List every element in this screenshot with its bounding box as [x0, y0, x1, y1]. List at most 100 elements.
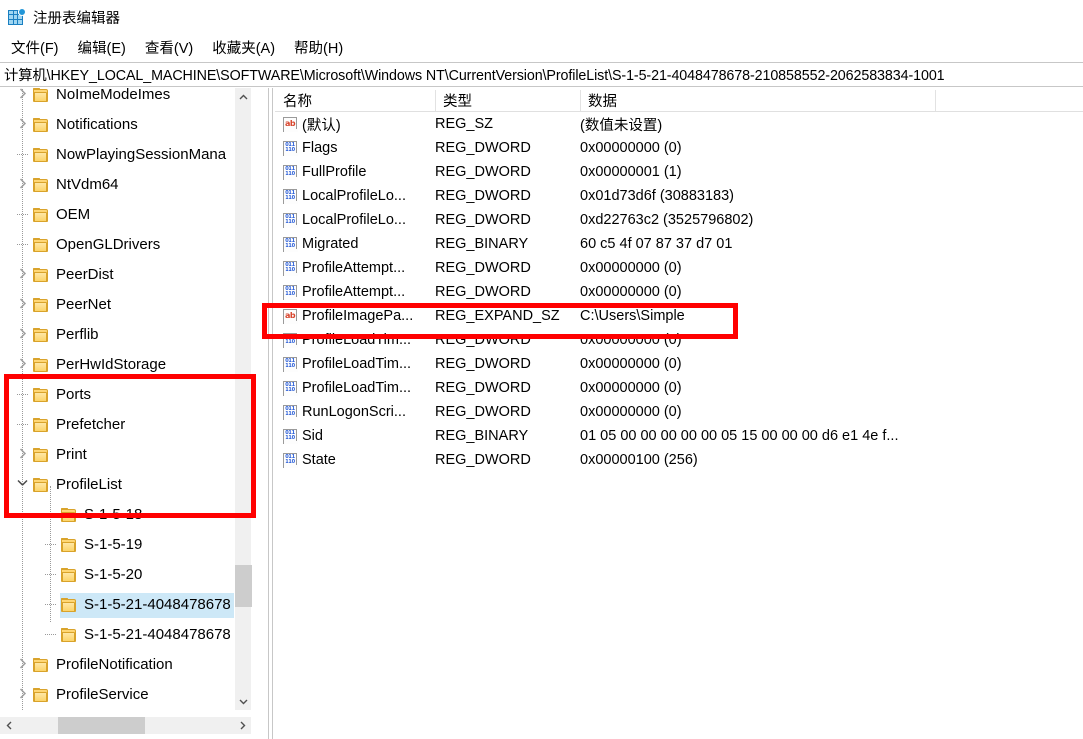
tree-item-content[interactable]: ProfileList: [32, 473, 126, 498]
tree-item-content[interactable]: S-1-5-21-4048478678: [60, 592, 235, 618]
value-row[interactable]: 011 110 Flags REG_DWORD 0x00000000 (0): [275, 136, 1083, 160]
value-row[interactable]: 011 110 ProfileAttempt... REG_DWORD 0x000000…: [275, 256, 1083, 280]
menu-edit[interactable]: 编辑(E): [74, 35, 135, 60]
tree-item-opengldrivers[interactable]: OpenGLDrivers: [0, 230, 251, 260]
tree-item-print[interactable]: Print: [0, 440, 251, 470]
registry-path: 计算机\HKEY_LOCAL_MACHINE\SOFTWARE\Microsof…: [4, 68, 945, 84]
tree-item-s-1-5-18[interactable]: S-1-5-18: [0, 500, 251, 530]
tree-item-content[interactable]: ProfileService: [32, 683, 153, 708]
chevron-right-icon[interactable]: [14, 680, 32, 710]
folder-icon: [33, 147, 49, 162]
tree-horizontal-scrollbar[interactable]: [0, 717, 251, 734]
chevron-right-icon[interactable]: [14, 650, 32, 680]
chevron-right-icon[interactable]: [14, 350, 32, 380]
value-row[interactable]: 011 110 Sid REG_BINARY 01 05 00 00 00 00 00 …: [275, 424, 1083, 448]
menu-favorites[interactable]: 收藏夹(A): [208, 35, 284, 60]
tree-item-s-1-5-21-4048478678[interactable]: S-1-5-21-4048478678: [0, 590, 251, 620]
tree-item-s-1-5-19[interactable]: S-1-5-19: [0, 530, 251, 560]
value-row[interactable]: 011 110 State REG_DWORD 0x00000100 (256): [275, 448, 1083, 472]
chevron-right-icon[interactable]: [14, 170, 32, 200]
tree-item-content[interactable]: Prefetcher: [32, 413, 129, 438]
tree-item-content[interactable]: PeerNet: [32, 293, 115, 318]
tree-item-content[interactable]: PerHwIdStorage: [32, 353, 170, 378]
tree-item-peerdist[interactable]: PeerDist: [0, 260, 251, 290]
tree-item-content[interactable]: Perflib: [32, 323, 103, 348]
chevron-right-icon[interactable]: [14, 260, 32, 290]
value-type: REG_DWORD: [435, 284, 531, 300]
value-row[interactable]: ab ProfileImagePa... REG_EXPAND_SZ C:\Users…: [275, 304, 1083, 328]
tree-scroll-down-icon[interactable]: [235, 693, 252, 710]
menu-file[interactable]: 文件(F): [7, 35, 68, 60]
tree-item-content[interactable]: NtVdm64: [32, 173, 123, 198]
value-name-cell: ab ProfileImagePa...: [275, 304, 413, 328]
tree-item-notifications[interactable]: Notifications: [0, 110, 251, 140]
tree-item-nowplayingsessionmana[interactable]: NowPlayingSessionMana: [0, 140, 251, 170]
tree-item-perhwidstorage[interactable]: PerHwIdStorage: [0, 350, 251, 380]
tree-item-perflib[interactable]: Perflib: [0, 320, 251, 350]
registry-tree[interactable]: NoImeModeImes Notifications NowPlayingSess…: [0, 88, 251, 710]
tree-item-profilelist[interactable]: ProfileList: [0, 470, 251, 500]
value-row[interactable]: 011 110 FullProfile REG_DWORD 0x00000001 (1): [275, 160, 1083, 184]
value-row[interactable]: 011 110 Migrated REG_BINARY 60 c5 4f 07 87 3…: [275, 232, 1083, 256]
tree-vertical-scroll-thumb[interactable]: [235, 565, 252, 607]
value-row[interactable]: ab (默认) REG_SZ (数值未设置): [275, 112, 1083, 136]
chevron-right-icon[interactable]: [14, 320, 32, 350]
column-name[interactable]: 名称: [275, 88, 435, 112]
tree-item-content[interactable]: NoImeModeImes: [32, 88, 174, 108]
tree-item-content[interactable]: S-1-5-18: [60, 503, 146, 528]
tree-item-ntvdm64[interactable]: NtVdm64: [0, 170, 251, 200]
tree-item-content[interactable]: Notifications: [32, 113, 142, 138]
chevron-right-icon[interactable]: [14, 88, 32, 110]
chevron-right-icon[interactable]: [14, 290, 32, 320]
value-row[interactable]: 011 110 ProfileLoadTim... REG_DWORD 0x000000…: [275, 352, 1083, 376]
tree-item-content[interactable]: Print: [32, 443, 91, 468]
tree-item-content[interactable]: ProfileNotification: [32, 653, 177, 678]
tree-item-s-1-5-21-4048478678[interactable]: S-1-5-21-4048478678: [0, 620, 251, 650]
tree-item-content[interactable]: OpenGLDrivers: [32, 233, 164, 258]
tree-item-profilenotification[interactable]: ProfileNotification: [0, 650, 251, 680]
tree-scroll-right-icon[interactable]: [234, 717, 251, 734]
tree-item-content[interactable]: S-1-5-19: [60, 533, 146, 558]
value-row[interactable]: 011 110 ProfileLoadTim... REG_DWORD 0x000000…: [275, 376, 1083, 400]
address-bar[interactable]: 计算机\HKEY_LOCAL_MACHINE\SOFTWARE\Microsof…: [0, 62, 1083, 87]
value-row[interactable]: 011 110 LocalProfileLo... REG_DWORD 0x01d73d…: [275, 184, 1083, 208]
value-row[interactable]: 011 110 LocalProfileLo... REG_DWORD 0xd22763…: [275, 208, 1083, 232]
value-name: Migrated: [302, 236, 359, 252]
column-data[interactable]: 数据: [580, 88, 935, 112]
chevron-right-icon[interactable]: [14, 440, 32, 470]
tree-item-ports[interactable]: Ports: [0, 380, 251, 410]
folder-icon: [33, 387, 49, 402]
tree-item-profileservice[interactable]: ProfileService: [0, 680, 251, 710]
value-data-cell: 0x01d73d6f (30883183): [580, 184, 734, 208]
tree-item-content[interactable]: NowPlayingSessionMana: [32, 143, 230, 168]
tree-item-peernet[interactable]: PeerNet: [0, 290, 251, 320]
tree-vertical-scrollbar[interactable]: [234, 88, 252, 710]
value-row[interactable]: 011 110 RunLogonScri... REG_DWORD 0x00000000…: [275, 400, 1083, 424]
tree-item-s-1-5-20[interactable]: S-1-5-20: [0, 560, 251, 590]
value-row[interactable]: 011 110 ProfileAttempt... REG_DWORD 0x000000…: [275, 280, 1083, 304]
values-list[interactable]: ab (默认) REG_SZ (数值未设置) 011 110 Flags REG_DWORD 0…: [275, 112, 1083, 472]
tree-item-content[interactable]: S-1-5-21-4048478678: [60, 623, 235, 648]
menu-help[interactable]: 帮助(H): [290, 35, 352, 60]
value-data-cell: 0x00000000 (0): [580, 280, 682, 304]
value-name: ProfileLoadTim...: [302, 380, 412, 396]
tree-horizontal-scroll-thumb[interactable]: [58, 717, 145, 734]
value-row[interactable]: 011 110 ProfileLoadTim... REG_DWORD 0x000000…: [275, 328, 1083, 352]
menu-view[interactable]: 查看(V): [141, 35, 202, 60]
tree-item-content[interactable]: S-1-5-20: [60, 563, 146, 588]
chevron-right-icon[interactable]: [14, 110, 32, 140]
tree-item-content[interactable]: PeerDist: [32, 263, 118, 288]
title-bar: 注册表编辑器: [0, 0, 1083, 34]
tree-item-oem[interactable]: OEM: [0, 200, 251, 230]
tree-item-content[interactable]: OEM: [32, 203, 94, 228]
column-type[interactable]: 类型: [435, 88, 580, 112]
tree-scroll-up-icon[interactable]: [235, 88, 252, 105]
chevron-down-icon[interactable]: [14, 470, 32, 500]
tree-scroll-left-icon[interactable]: [0, 717, 17, 734]
pane-splitter[interactable]: [268, 88, 273, 739]
tree-item-content[interactable]: Ports: [32, 383, 95, 408]
value-name: LocalProfileLo...: [302, 212, 406, 228]
tree-item-noimemodeimes[interactable]: NoImeModeImes: [0, 88, 251, 110]
tree-connector: [42, 500, 60, 530]
tree-item-prefetcher[interactable]: Prefetcher: [0, 410, 251, 440]
